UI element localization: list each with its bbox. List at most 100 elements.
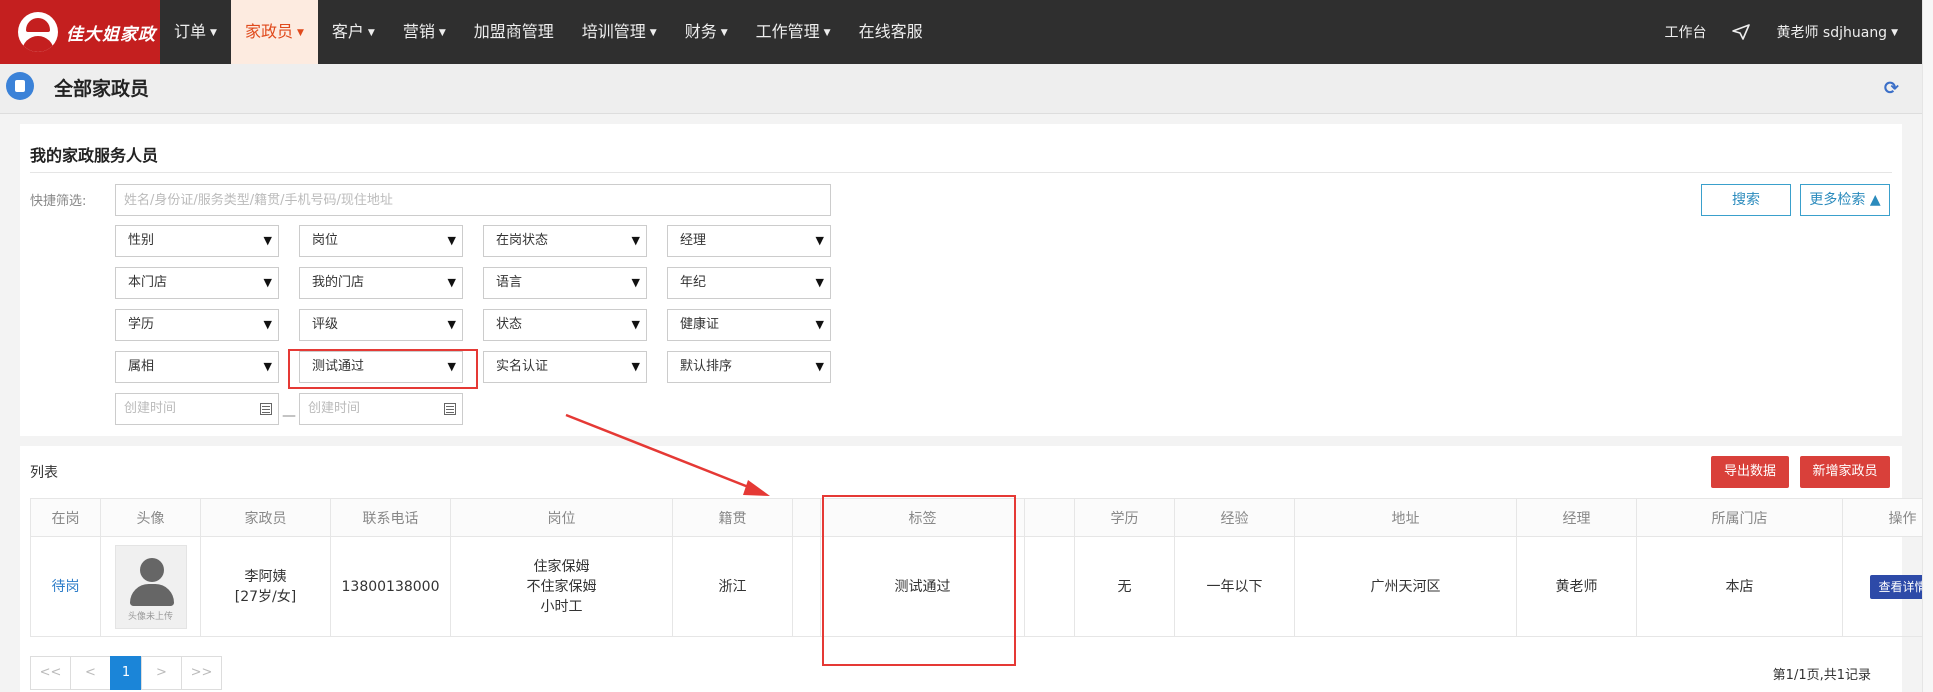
page-header <box>0 64 1922 114</box>
select-value: 健康证 <box>680 317 720 332</box>
education-cell: 无 <box>1074 536 1175 637</box>
nav-item-orders[interactable]: 订单 ▼ <box>160 0 231 64</box>
dropdown-arrow-icon: ▼ <box>815 318 824 331</box>
caret-down-icon: ▼ <box>296 27 304 38</box>
created-from-date[interactable]: 创建时间 <box>115 393 279 425</box>
book-icon <box>6 72 34 100</box>
nav-label: 在线客服 <box>858 22 923 41</box>
language-select[interactable]: 语言 ▼ <box>483 267 647 299</box>
add-housekeeper-button[interactable]: 新增家政员 <box>1800 456 1890 488</box>
more-search-label: 更多检索 <box>1809 192 1866 208</box>
nav-item-training[interactable]: 培训管理 ▼ <box>568 0 671 64</box>
more-search-button[interactable]: 更多检索 ▲ <box>1800 184 1890 216</box>
col-header <box>1024 498 1075 537</box>
col-header: 头像 <box>100 498 201 537</box>
refresh-icon[interactable]: ⟳ <box>1884 78 1899 99</box>
dropdown-arrow-icon: ▼ <box>447 276 456 289</box>
nav-item-work[interactable]: 工作管理 ▼ <box>742 0 845 64</box>
caret-down-icon: ▼ <box>720 27 728 38</box>
nav-item-customers[interactable]: 客户 ▼ <box>318 0 389 64</box>
page-1-button[interactable]: 1 <box>110 656 142 690</box>
phone-cell: 13800138000 <box>330 536 451 637</box>
dropdown-arrow-icon: ▼ <box>815 276 824 289</box>
date-placeholder: 创建时间 <box>308 401 361 416</box>
select-value: 我的门店 <box>312 275 365 290</box>
avatar-caption: 头像未上传 <box>127 611 173 622</box>
gender-select[interactable]: 性别 ▼ <box>115 225 279 257</box>
select-value: 年纪 <box>680 275 707 290</box>
dropdown-arrow-icon: ▼ <box>815 234 824 247</box>
nav-item-finance[interactable]: 财务 ▼ <box>671 0 742 64</box>
education-select[interactable]: 学历 ▼ <box>115 309 279 341</box>
nav-item-franchise[interactable]: 加盟商管理 <box>460 0 568 64</box>
nav-item-support[interactable]: 在线客服 <box>845 0 937 64</box>
dropdown-arrow-icon: ▼ <box>447 318 456 331</box>
nav-item-housekeepers[interactable]: 家政员 ▼ <box>230 0 318 64</box>
caret-down-icon: ▼ <box>367 27 375 38</box>
col-header: 联系电话 <box>330 498 451 537</box>
dropdown-arrow-icon: ▼ <box>263 360 272 373</box>
dropdown-arrow-icon: ▼ <box>631 318 640 331</box>
col-header: 家政员 <box>200 498 331 537</box>
select-value: 实名认证 <box>496 359 549 374</box>
right-edge-strip <box>1922 0 1933 692</box>
housekeeper-age-gender: [27岁/女] <box>234 588 297 605</box>
prev-page-button[interactable]: < <box>70 656 111 690</box>
first-page-button[interactable]: << <box>30 656 71 690</box>
annotation-box-tag-filter <box>288 349 478 389</box>
status-cell: 待岗 <box>30 536 101 637</box>
nav-label: 家政员 <box>244 22 293 41</box>
position-cell: 住家保姆 不住家保姆 小时工 <box>450 536 673 637</box>
nav-label: 客户 <box>331 22 364 41</box>
send-icon[interactable] <box>1732 23 1751 41</box>
user-menu[interactable]: 黄老师 sdjhuang ▼ <box>1776 22 1898 42</box>
dropdown-arrow-icon: ▼ <box>815 360 824 373</box>
health-cert-select[interactable]: 健康证 ▼ <box>667 309 831 341</box>
logo-text: 佳大姐家政 <box>66 24 156 45</box>
pagination-info: 第1/1页,共1记录 <box>1772 668 1871 683</box>
age-select[interactable]: 年纪 ▼ <box>667 267 831 299</box>
filter-panel-title: 我的家政服务人员 <box>30 146 159 165</box>
nav-right: 工作台 黄老师 sdjhuang ▼ <box>1664 0 1898 64</box>
col-header <box>792 498 821 537</box>
nav-item-marketing[interactable]: 营销 ▼ <box>389 0 460 64</box>
zodiac-select[interactable]: 属相 ▼ <box>115 351 279 383</box>
dropdown-arrow-icon: ▼ <box>631 360 640 373</box>
housekeeper-name: 李阿姨 <box>244 568 287 585</box>
select-value: 评级 <box>312 317 339 332</box>
origin-cell: 浙江 <box>672 536 793 637</box>
export-button[interactable]: 导出数据 <box>1711 456 1789 488</box>
search-input[interactable] <box>115 184 831 216</box>
avatar[interactable]: 头像未上传 <box>114 544 187 629</box>
rating-select[interactable]: 评级 ▼ <box>299 309 463 341</box>
sort-select[interactable]: 默认排序 ▼ <box>667 351 831 383</box>
store-select[interactable]: 本门店 ▼ <box>115 267 279 299</box>
name-cell: 李阿姨 [27岁/女] <box>200 536 331 637</box>
action-cell: 查看详情 <box>1842 536 1933 637</box>
caret-down-icon: ▼ <box>649 27 657 38</box>
select-value: 性别 <box>128 233 155 248</box>
user-name: 黄老师 sdjhuang <box>1776 25 1888 41</box>
brand-logo[interactable]: 佳大姐家政 <box>0 0 160 64</box>
manager-select[interactable]: 经理 ▼ <box>667 225 831 257</box>
select-value: 在岗状态 <box>496 233 549 248</box>
col-header: 操作 <box>1842 498 1933 537</box>
status-select[interactable]: 状态 ▼ <box>483 309 647 341</box>
last-page-button[interactable]: >> <box>181 656 222 690</box>
status-link[interactable]: 待岗 <box>52 579 80 595</box>
realname-auth-select[interactable]: 实名认证 ▼ <box>483 351 647 383</box>
workbench-link[interactable]: 工作台 <box>1664 22 1706 42</box>
main-menu: 订单 ▼ 家政员 ▼ 客户 ▼ 营销 ▼ 加盟商管理 培训管理 ▼ 财务 ▼ 工作管理 ▼ 在… <box>160 0 937 64</box>
onduty-status-select[interactable]: 在岗状态 ▼ <box>483 225 647 257</box>
search-button[interactable]: 搜索 <box>1701 184 1791 216</box>
next-page-button[interactable]: > <box>141 656 182 690</box>
select-value: 语言 <box>496 275 523 290</box>
nav-label: 订单 <box>174 22 207 41</box>
position-select[interactable]: 岗位 ▼ <box>299 225 463 257</box>
created-to-date[interactable]: 创建时间 <box>299 393 463 425</box>
select-value: 岗位 <box>312 233 339 248</box>
nav-label: 培训管理 <box>581 22 646 41</box>
my-store-select[interactable]: 我的门店 ▼ <box>299 267 463 299</box>
caret-down-icon: ▼ <box>210 27 217 38</box>
avatar-cell: 头像未上传 <box>100 536 201 637</box>
